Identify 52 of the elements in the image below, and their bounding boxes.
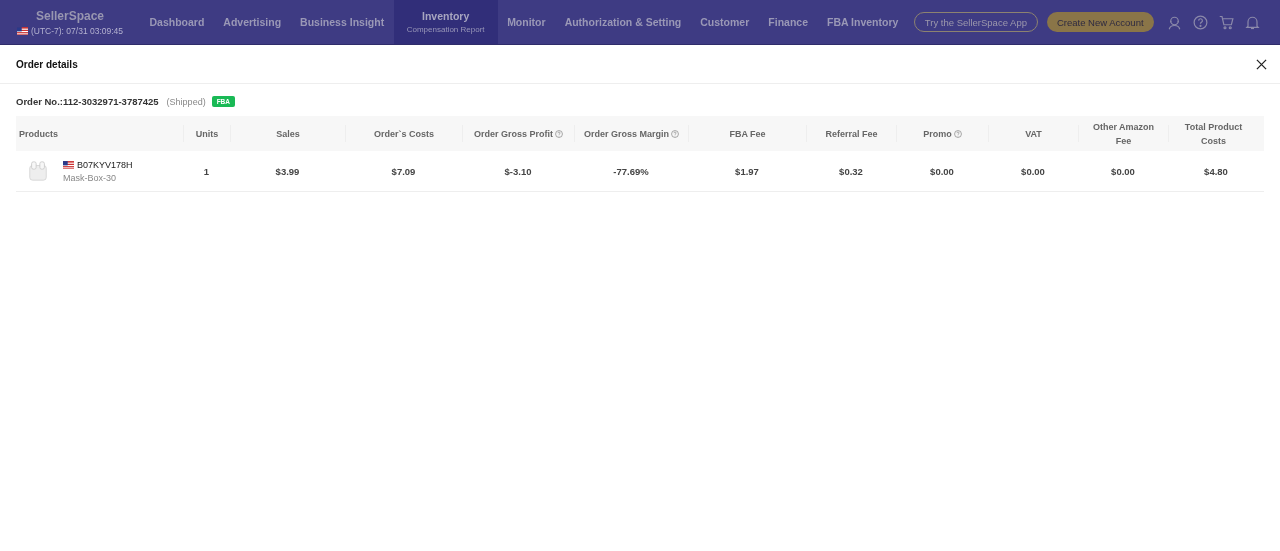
close-button[interactable]	[1256, 58, 1267, 70]
column-header: Sales	[276, 127, 300, 141]
column-header: FBA Fee	[729, 127, 766, 141]
product-asin[interactable]: B07KYV178H	[77, 159, 133, 170]
help-icon[interactable]	[555, 129, 563, 138]
logo[interactable]: SellerSpace	[35, 8, 104, 23]
table-cell: $0.00	[1111, 165, 1135, 177]
clock-text: (UTC-7): 07/31 03:09:45	[30, 25, 124, 36]
table-cell: -77.69%	[613, 165, 649, 177]
support-icon[interactable]	[1166, 14, 1182, 30]
nav-tab[interactable]: Authorization & Setting	[555, 0, 691, 44]
column-header: Referral Fee	[825, 127, 878, 141]
nav-tab[interactable]: Dashboard	[140, 0, 214, 44]
header-button[interactable]: Create New Account	[1046, 12, 1154, 32]
table-cell: $0.00	[930, 165, 954, 177]
help-icon[interactable]	[953, 129, 962, 138]
table-cell: $7.09	[391, 165, 416, 177]
close-icon	[1256, 58, 1267, 70]
nav-tab[interactable]: FBA Inventory	[817, 0, 908, 44]
column-header: Units	[195, 127, 219, 141]
column-header: Products	[19, 127, 58, 141]
column-header: Order Gross Margin	[584, 127, 669, 141]
us-flag-icon	[63, 160, 74, 169]
bell-icon[interactable]	[1244, 14, 1260, 30]
table-cell: $4.80	[1204, 165, 1228, 177]
product-sku: Mask-Box-30	[63, 172, 116, 183]
cart-icon[interactable]	[1218, 14, 1234, 30]
product-thumbnail	[27, 160, 49, 182]
table-cell: $0.32	[839, 165, 863, 177]
column-header: Total Product Costs	[1183, 120, 1244, 148]
table-cell: $1.97	[735, 165, 759, 177]
us-flag-icon	[16, 26, 28, 35]
column-header: Promo	[923, 127, 952, 141]
order-status: (Shipped)	[166, 96, 206, 107]
nav-tab[interactable]: Business Insight	[290, 0, 394, 44]
table-cell: 1	[203, 165, 210, 177]
column-header: Order Gross Profit	[474, 127, 553, 141]
dialog-title: Order details	[16, 58, 78, 70]
help-icon[interactable]	[1192, 14, 1208, 30]
column-header: Order`s Costs	[374, 127, 434, 141]
nav-tab[interactable]: Inventory Compensation Report	[393, 0, 498, 44]
table-cell: $-3.10	[504, 165, 532, 177]
help-icon[interactable]	[671, 129, 679, 138]
table-cell: $0.00	[1021, 165, 1045, 177]
nav-tab[interactable]: Customer	[690, 0, 759, 44]
nav-tab[interactable]: Finance	[758, 0, 818, 44]
nav-tab[interactable]: Monitor	[497, 0, 556, 44]
nav-tab[interactable]: Advertising	[213, 0, 291, 44]
column-header: VAT	[1025, 127, 1042, 141]
table-cell: $3.99	[275, 165, 300, 177]
column-header: Other Amazon Fee	[1091, 120, 1156, 148]
order-number: Order No.:112-3032971-3787425	[16, 96, 159, 107]
